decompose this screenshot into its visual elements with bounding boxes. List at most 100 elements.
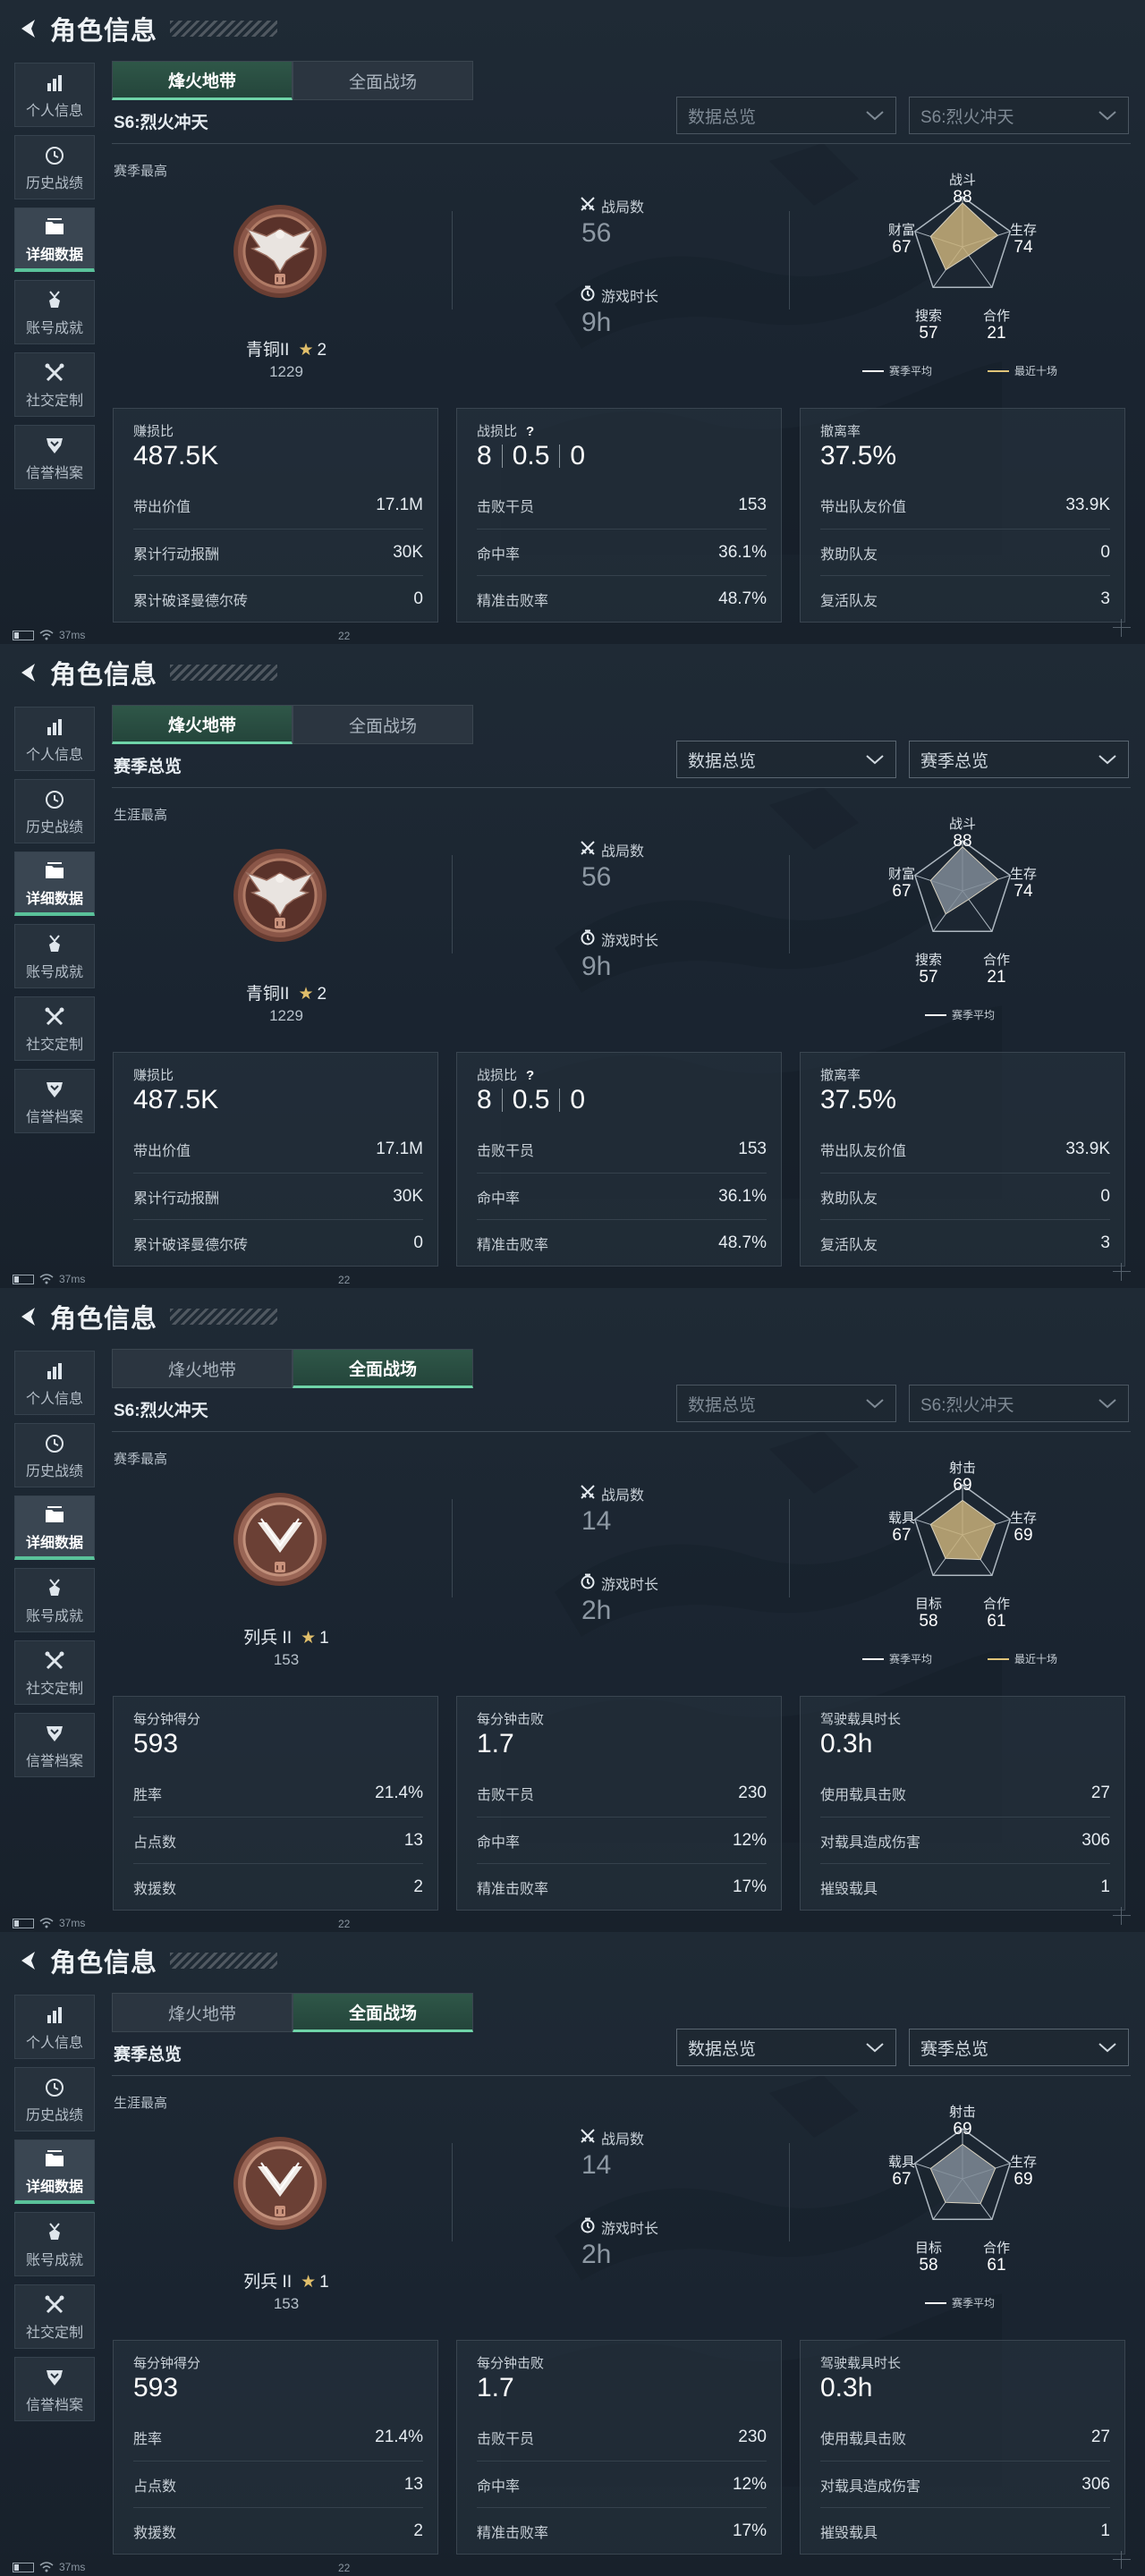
ping-text: 37ms <box>59 629 86 641</box>
sidebar-item[interactable]: 信誉档案 <box>14 425 95 489</box>
radar-axis-value: 88 <box>953 188 972 207</box>
sidebar-item[interactable]: 个人信息 <box>14 63 95 127</box>
sidebar-item[interactable]: 历史战绩 <box>14 779 95 843</box>
best-record-label: 生涯最高 <box>114 2096 168 2111</box>
chevron-down-icon <box>866 111 884 121</box>
sidebar-item[interactable]: 信誉档案 <box>14 1713 95 1777</box>
sidebar-item[interactable]: 详细数据 <box>14 1496 95 1560</box>
sidebar-item[interactable]: 账号成就 <box>14 1568 95 1632</box>
sidebar-item[interactable]: 账号成就 <box>14 280 95 344</box>
shield-icon <box>43 432 66 459</box>
season-dropdown[interactable]: S6:烈火冲天 <box>909 1385 1129 1422</box>
medal-icon <box>43 2219 66 2246</box>
season-label: S6:烈火冲天 <box>114 114 208 132</box>
sidebar-item[interactable]: 社交定制 <box>14 2284 95 2349</box>
sidebar-item[interactable]: 详细数据 <box>14 2140 95 2204</box>
season-dropdown[interactable]: 赛季总览 <box>909 2029 1129 2066</box>
stat-row-value: 230 <box>738 1784 767 1802</box>
radar-axis-label: 战斗 <box>948 817 976 832</box>
bar-chart-icon <box>43 70 66 97</box>
stat-row-value: 306 <box>1081 1830 1110 1850</box>
stat-card: 战损比? 8 0.5 0 击败干员 153 命中率 36.1% 精准击败率 48.7% <box>456 1052 782 1267</box>
stat-row: 胜率 21.4% <box>133 1770 423 1817</box>
stat-value: 2h <box>581 1596 612 1625</box>
dropdown-value: 赛季总览 <box>920 751 989 771</box>
legend-item: 赛季平均 <box>925 2295 995 2310</box>
stat-row-label: 救助队友 <box>820 547 878 563</box>
sidebar-item[interactable]: 详细数据 <box>14 208 95 272</box>
radar-axis: 目标 58 <box>902 2240 955 2274</box>
mode-tab[interactable]: 烽火地带 <box>112 1993 293 2032</box>
stat-row: 精准击败率 48.7% <box>477 575 767 622</box>
mode-tab[interactable]: 全面战场 <box>293 61 473 100</box>
back-button[interactable] <box>11 653 47 692</box>
stat-row-value: 306 <box>1081 2474 1110 2494</box>
sidebar-item[interactable]: 历史战绩 <box>14 135 95 199</box>
help-icon[interactable]: ? <box>526 1068 534 1083</box>
stat-label: 战局数 <box>580 195 644 216</box>
radar-axis: 战斗 88 <box>936 172 989 206</box>
season-dropdown[interactable]: S6:烈火冲天 <box>909 97 1129 134</box>
sidebar-item[interactable]: 信誉档案 <box>14 1069 95 1133</box>
data-type-dropdown[interactable]: 数据总览 <box>676 1385 896 1422</box>
stat-row: 累计破译曼德尔砖 0 <box>133 1219 423 1266</box>
mode-tab[interactable]: 全面战场 <box>293 1349 473 1388</box>
sidebar-item[interactable]: 账号成就 <box>14 2212 95 2276</box>
radar-axis: 生存 74 <box>997 222 1050 256</box>
sidebar-item[interactable]: 详细数据 <box>14 852 95 916</box>
radar-axis-label: 合作 <box>982 309 1010 324</box>
mode-tab[interactable]: 全面战场 <box>293 705 473 744</box>
page-title: 角色信息 <box>50 661 158 690</box>
clock-icon <box>43 142 66 169</box>
radar-axis: 合作 61 <box>970 2240 1023 2274</box>
stat-row-value: 13 <box>403 1830 423 1850</box>
season-dropdown[interactable]: 赛季总览 <box>909 741 1129 778</box>
stat-row-label: 命中率 <box>477 2479 521 2495</box>
stat-row-label: 累计行动报酬 <box>133 547 220 563</box>
sidebar-item[interactable]: 历史战绩 <box>14 1423 95 1487</box>
sidebar-item[interactable]: 信誉档案 <box>14 2357 95 2421</box>
mode-tab[interactable]: 烽火地带 <box>112 1349 293 1388</box>
back-button[interactable] <box>11 9 47 48</box>
radar-axis-value: 67 <box>892 1526 912 1545</box>
sidebar-item[interactable]: 账号成就 <box>14 924 95 988</box>
data-type-dropdown[interactable]: 数据总览 <box>676 741 896 778</box>
stat-row: 精准击败率 17% <box>477 2507 767 2554</box>
card-primary-value: 487.5K <box>133 1085 218 1115</box>
back-button[interactable] <box>11 1297 47 1336</box>
stat-row: 使用载具击败 27 <box>820 1770 1110 1817</box>
sidebar-item[interactable]: 社交定制 <box>14 1640 95 1705</box>
mode-tab[interactable]: 烽火地带 <box>112 705 293 744</box>
radar-axis-label: 生存 <box>1009 223 1037 238</box>
sidebar-item[interactable]: 社交定制 <box>14 996 95 1061</box>
sidebar-item[interactable]: 社交定制 <box>14 352 95 417</box>
divider <box>112 143 1131 144</box>
rank-line: 列兵 II ★ 1 <box>125 1624 447 1648</box>
bar-chart-icon <box>43 1358 66 1385</box>
profile-panel: 角色信息 个人信息 历史战绩 详细数据 账号成就 社交定制 信誉档案 烽火地带 全面战场 S6:烈… <box>0 0 1145 644</box>
sidebar-item[interactable]: 历史战绩 <box>14 2067 95 2131</box>
radar: 战斗 88 生存 74 合作 21 搜索 57 财富 67 <box>864 165 1061 370</box>
value-separator <box>501 445 503 468</box>
chevron-down-icon <box>1098 111 1116 121</box>
back-button[interactable] <box>11 1941 47 1980</box>
sidebar-item[interactable]: 个人信息 <box>14 707 95 771</box>
data-type-dropdown[interactable]: 数据总览 <box>676 2029 896 2066</box>
data-type-dropdown[interactable]: 数据总览 <box>676 97 896 134</box>
legend-swatch <box>925 1013 946 1016</box>
star-icon: ★ <box>301 1629 317 1648</box>
radar-axis-value: 61 <box>987 2256 1006 2275</box>
mode-tab[interactable]: 全面战场 <box>293 1993 473 2032</box>
legend-item: 最近十场 <box>988 1651 1057 1666</box>
sidebar-item[interactable]: 个人信息 <box>14 1351 95 1415</box>
stat-row-value: 36.1% <box>718 542 767 562</box>
stat-row-label: 复活队友 <box>820 1237 878 1253</box>
mode-tab[interactable]: 烽火地带 <box>112 61 293 100</box>
crosshair-icon <box>1113 2551 1131 2569</box>
crossed-swords-icon <box>580 840 601 860</box>
rank-points: 1229 <box>269 363 303 380</box>
primary-value-part: 8 <box>477 1085 492 1114</box>
sidebar-item[interactable]: 个人信息 <box>14 1995 95 2059</box>
value-separator <box>559 445 561 468</box>
help-icon[interactable]: ? <box>526 424 534 439</box>
